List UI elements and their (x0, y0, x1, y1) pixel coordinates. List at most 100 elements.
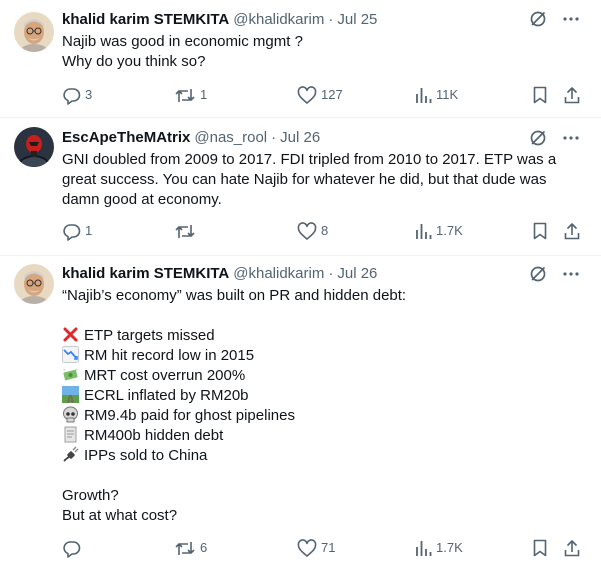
bullet-line: MRT cost overrun 200% (62, 366, 572, 386)
tweet-header: khalid karim STEMKITA @khalidkarim · Jul… (62, 9, 377, 29)
reply-icon (63, 223, 81, 241)
text-line: “Najib’s economy” was built on PR and hi… (62, 287, 407, 304)
author-name[interactable]: khalid karim STEMKITA (62, 265, 229, 282)
tweet-top-icons (529, 10, 579, 28)
tweet-3[interactable]: khalid karim STEMKITA @khalidkarim · Jul… (0, 256, 601, 568)
share-icon (564, 540, 580, 557)
text-line: great success. You can hate Najib for wh… (62, 171, 547, 188)
like-count: 8 (321, 223, 329, 238)
share-icon (564, 223, 580, 240)
tweet-date[interactable]: Jul 25 (337, 11, 377, 28)
views-icon (416, 541, 432, 556)
avatar[interactable] (14, 264, 54, 304)
author-handle[interactable]: @khalidkarim (233, 265, 324, 282)
bullet-text: RM400b hidden debt (84, 427, 224, 444)
author-name[interactable]: khalid karim STEMKITA (62, 11, 229, 28)
reply-button[interactable]: 3 (62, 85, 92, 105)
bullet-line: RM400b hidden debt (62, 426, 572, 446)
tweet-top-icons (529, 265, 579, 283)
author-name[interactable]: EscApeTheMAtrix (62, 129, 190, 146)
retweet-button[interactable] (174, 221, 200, 241)
retweet-icon (175, 88, 195, 102)
tweet-date[interactable]: Jul 26 (280, 129, 320, 146)
tweet-actions: 1 8 1.7K (62, 221, 582, 241)
bullet-text: MRT cost overrun 200% (84, 367, 246, 384)
more-options-icon[interactable] (563, 272, 579, 276)
bullet-line: ETP targets missed (62, 326, 572, 346)
avatar[interactable] (14, 127, 54, 167)
tweet-1[interactable]: khalid karim STEMKITA @khalidkarim · Jul… (0, 0, 601, 118)
reply-button[interactable]: 1 (62, 221, 92, 241)
heart-icon (297, 85, 317, 104)
retweet-icon (175, 224, 195, 238)
reply-button[interactable] (62, 538, 85, 558)
share-icon (564, 87, 580, 104)
author-handle[interactable]: @nas_rool (194, 129, 267, 146)
bookmark-button[interactable] (533, 85, 551, 105)
views-button[interactable]: 1.7K (414, 538, 463, 558)
bullet-line: IPPs sold to China (62, 446, 572, 466)
heart-icon (297, 221, 317, 240)
reply-count: 1 (85, 223, 93, 238)
receipt-icon (64, 426, 77, 443)
electric-plug-icon (63, 446, 79, 462)
author-handle[interactable]: @khalidkarim (233, 11, 324, 28)
bullet-line: ECRL inflated by RM20b (62, 386, 572, 406)
bookmark-icon (533, 222, 547, 240)
tweet-2[interactable]: EscApeTheMAtrix @nas_rool · Jul 26 GNI d… (0, 118, 601, 256)
like-button[interactable]: 71 (297, 538, 335, 558)
money-with-wings-icon (63, 368, 78, 381)
bullet-line: RM9.4b paid for ghost pipelines (62, 406, 572, 426)
bookmark-button[interactable] (533, 221, 551, 241)
tweet-text: Najib was good in economic mgmt ? Why do… (62, 32, 572, 72)
tweet-date[interactable]: Jul 26 (337, 265, 377, 282)
view-count: 11K (436, 87, 459, 102)
reply-icon (63, 540, 81, 558)
avatar[interactable] (14, 12, 54, 52)
bullet-text: IPPs sold to China (84, 447, 208, 464)
bookmark-icon (533, 539, 547, 557)
tweet-header: EscApeTheMAtrix @nas_rool · Jul 26 (62, 127, 320, 147)
text-line: Why do you think so? (62, 53, 206, 70)
tweet-actions: 6 71 1.7K (62, 538, 582, 558)
view-count: 1.7K (436, 540, 463, 555)
text-line: But at what cost? (62, 507, 178, 524)
text-line: Najib was good in economic mgmt ? (62, 33, 303, 50)
reply-icon (63, 87, 81, 105)
like-button[interactable]: 8 (297, 221, 328, 241)
like-button[interactable]: 127 (297, 85, 343, 105)
more-options-icon[interactable] (563, 136, 579, 140)
reply-count: 3 (85, 87, 93, 102)
bullet-text: RM9.4b paid for ghost pipelines (84, 407, 295, 424)
retweet-button[interactable]: 1 (174, 85, 207, 105)
separator-dot: · (328, 10, 334, 28)
like-count: 71 (321, 540, 336, 555)
grok-icon[interactable] (529, 10, 547, 28)
grok-icon[interactable] (529, 265, 547, 283)
views-button[interactable]: 11K (414, 85, 458, 105)
more-options-icon[interactable] (563, 17, 579, 21)
tweet-actions: 3 1 127 11K (62, 85, 582, 105)
skull-icon (63, 406, 78, 423)
share-button[interactable] (564, 85, 584, 105)
views-icon (416, 224, 432, 239)
heart-icon (297, 538, 317, 557)
tweet-text: “Najib’s economy” was built on PR and hi… (62, 286, 572, 526)
views-button[interactable]: 1.7K (414, 221, 463, 241)
separator-dot: · (271, 128, 277, 146)
share-button[interactable] (564, 221, 584, 241)
retweet-button[interactable]: 6 (174, 538, 207, 558)
chart-decreasing-icon (62, 346, 79, 363)
cross-mark-icon (63, 327, 78, 342)
grok-icon[interactable] (529, 129, 547, 147)
text-line: damn good at economy. (62, 191, 222, 208)
railway-track-icon (62, 386, 79, 403)
bookmark-icon (533, 86, 547, 104)
share-button[interactable] (564, 538, 584, 558)
bookmark-button[interactable] (533, 538, 551, 558)
separator-dot: · (328, 264, 334, 282)
bullet-text: RM hit record low in 2015 (84, 347, 255, 364)
text-line: Growth? (62, 487, 119, 504)
